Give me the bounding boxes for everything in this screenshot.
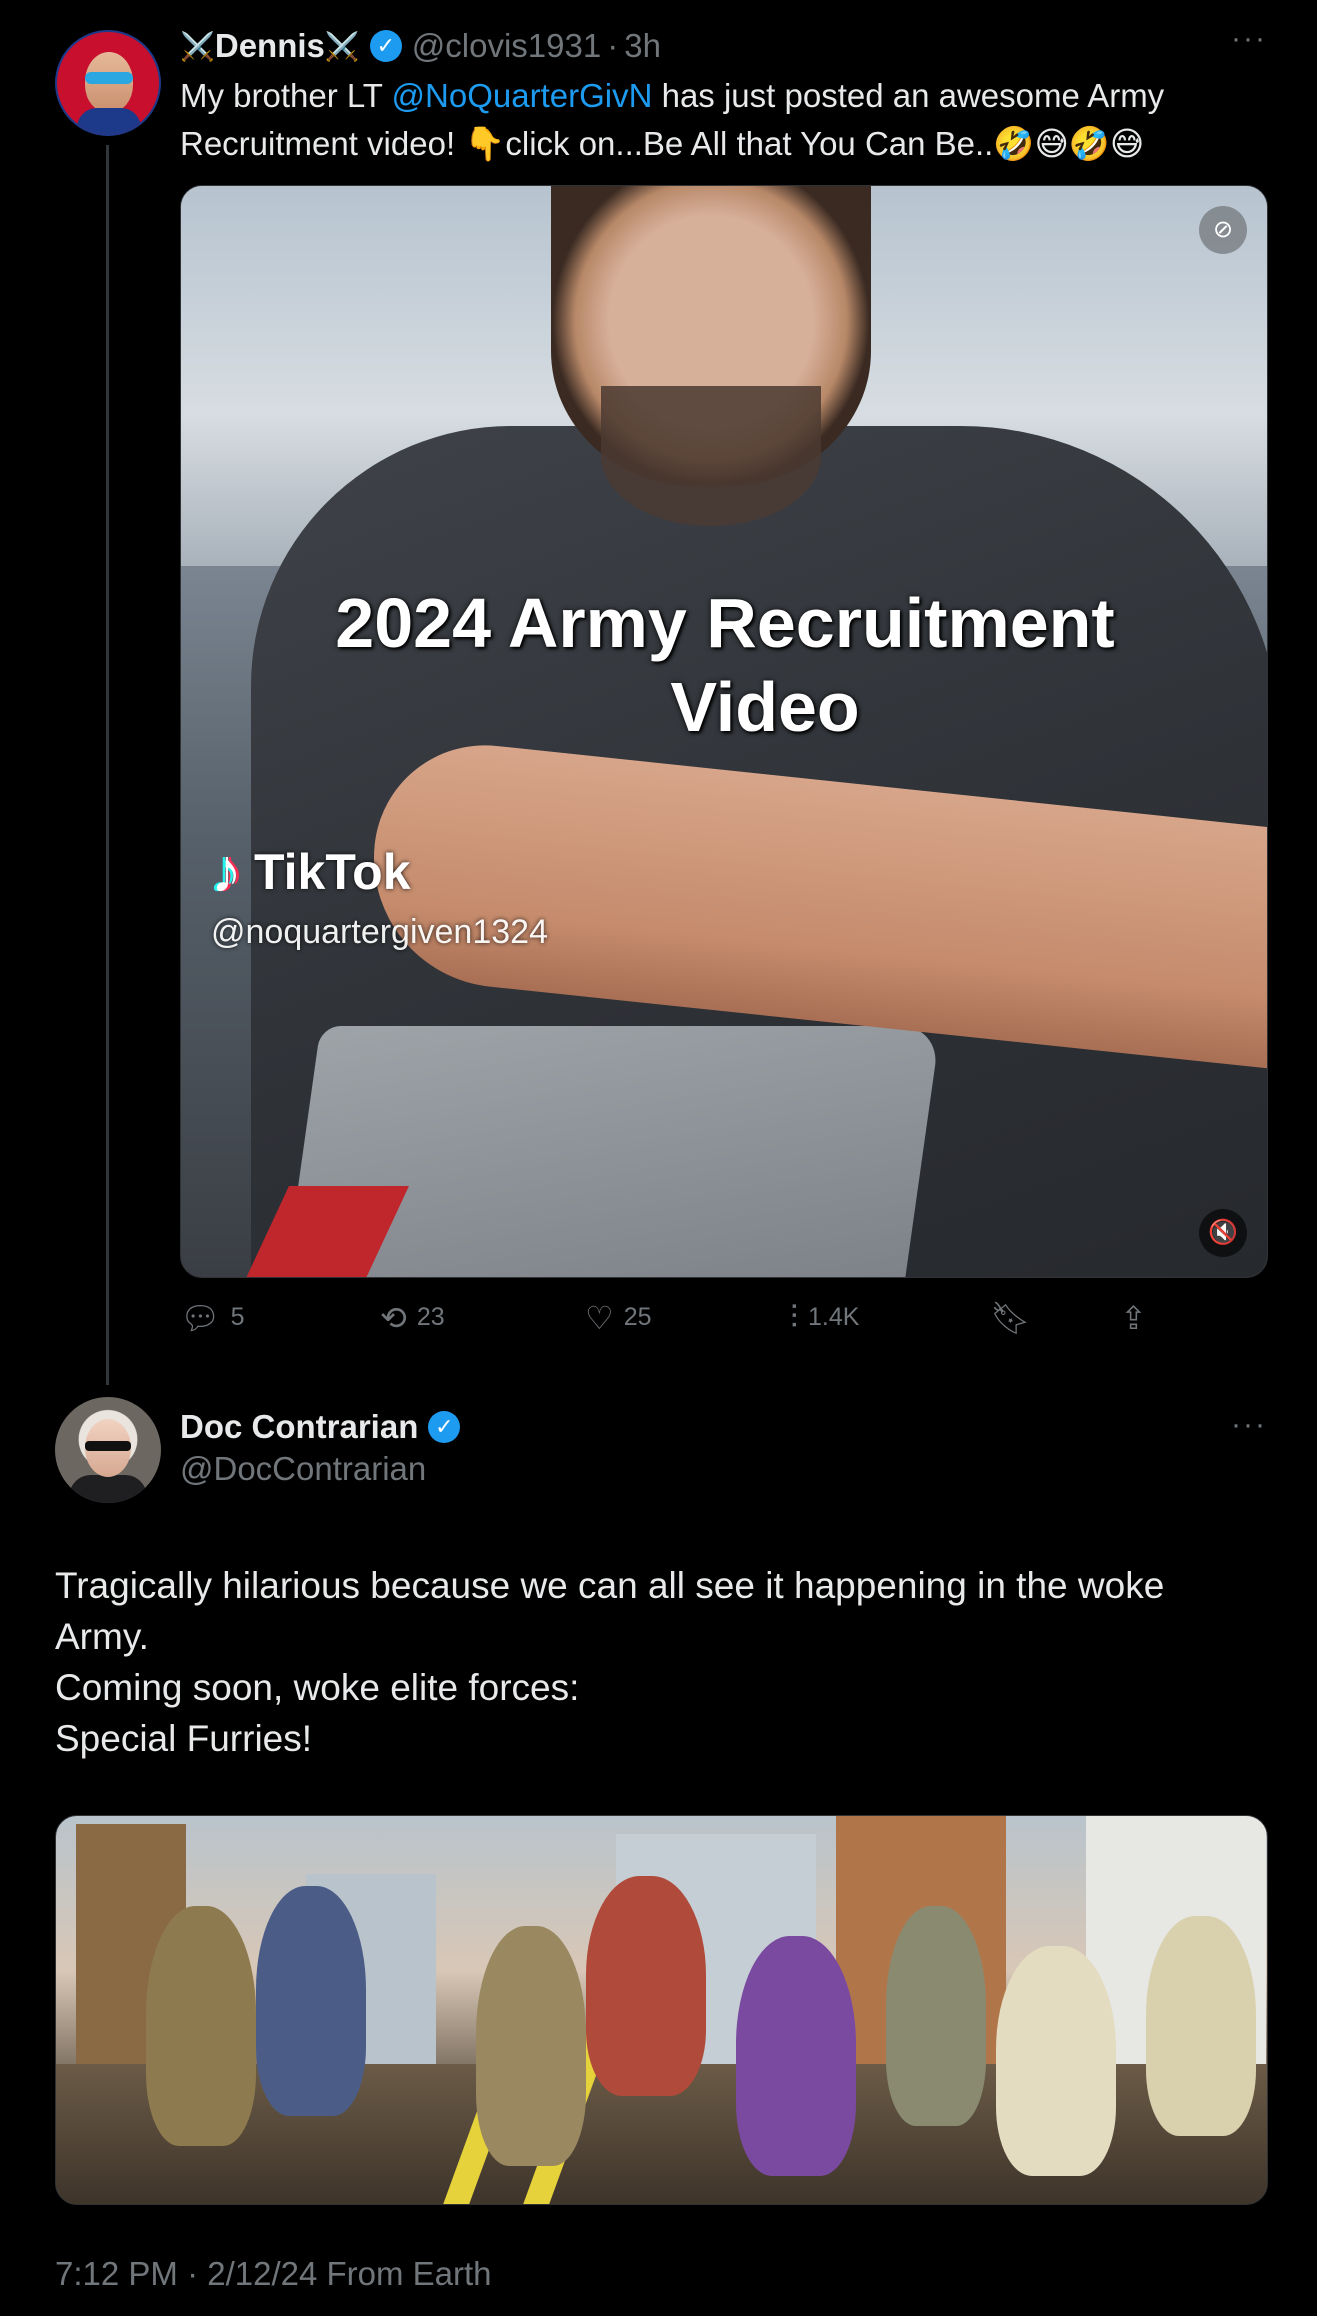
reply-icon: 💬︎ [180,1299,221,1336]
figurine [1146,1916,1256,2136]
tweet-text-line: Coming soon, woke elite forces: [55,1667,580,1708]
figurine [736,1936,856,2176]
more-options-icon[interactable]: ··· [1231,22,1267,56]
tweet-text: My brother LT @NoQuarterGivN has just po… [180,72,1260,168]
avatar-shirt [77,108,141,134]
avatar-glasses [85,1441,131,1451]
share-button[interactable]: ⇪ [1120,1299,1147,1337]
like-button[interactable]: ♡ 25 [585,1299,652,1337]
avatar-suit [69,1475,147,1503]
video-title-line2: Video [670,668,860,746]
figurine [256,1886,366,2116]
tweet-header: Doc Contrarian ✓ [180,1405,470,1449]
attached-image[interactable] [55,1815,1268,2205]
bookmark-button[interactable]: 🔖︎ [990,1299,1031,1337]
mention-link[interactable]: @NoQuarterGivN [392,77,653,114]
video-overlay-title: 2024 Army Recruitment Video [181,581,1267,749]
display-name[interactable]: Dennis [215,27,325,65]
mute-icon[interactable]: 🔇 [1199,1209,1247,1257]
timestamp-relative[interactable]: 3h [624,27,661,65]
figurine [146,1906,256,2146]
view-count: 1.4K [808,1303,860,1331]
repost-icon: ⟲ [380,1299,407,1336]
tweet-text-line: Tragically hilarious because we can all … [55,1565,1173,1657]
tweet-header: ⚔️ Dennis ⚔️ ✓ @clovis1931 · 3h [180,22,661,70]
verified-badge-icon: ✓ [428,1411,461,1443]
reply-button[interactable]: 💬︎ 5 [180,1299,245,1337]
repost-button[interactable]: ⟲ 23 [380,1299,445,1337]
swords-emoji: ⚔️ [324,30,360,62]
tweet-text-line: Special Furries! [55,1718,313,1759]
heart-icon: ♡ [585,1299,614,1336]
share-icon: ⇪ [1120,1299,1147,1336]
figurine [886,1906,986,2126]
tweet-text-part: My brother LT [180,77,392,114]
views-chart-icon: ⫶ [790,1298,799,1335]
tiktok-brand: ♪ TikTok [211,836,548,907]
bookmark-icon: 🔖︎ [990,1299,1031,1336]
tiktok-handle: @noquartergiven1324 [211,913,548,951]
like-count: 25 [623,1303,652,1331]
tweet-timestamp[interactable]: 7:12 PM · 2/12/24 From Earth [55,2255,492,2293]
reply-count: 5 [230,1303,245,1331]
verified-badge-icon: ✓ [369,30,402,62]
swords-emoji: ⚔️ [180,30,215,62]
figurine [996,1946,1116,2176]
tiktok-brand-label: TikTok [254,843,411,900]
more-options-icon[interactable]: ··· [1231,1408,1267,1442]
avatar[interactable] [55,1397,161,1503]
user-handle[interactable]: @clovis1931 [412,27,601,65]
tiktok-logo-icon: ♪ [211,837,242,906]
video-frame-beard [601,386,821,526]
figurine [586,1876,706,2096]
avatar[interactable] [55,30,161,136]
views-button[interactable]: ⫶ 1.4K [790,1299,859,1337]
tweet-actions-bar: 💬︎ 5 ⟲ 23 ♡ 25 ⫶ 1.4K 🔖︎ ⇪ [180,1290,1180,1345]
video-player[interactable]: 2024 Army Recruitment Video ♪ TikTok @no… [180,185,1268,1278]
thread-view: ⚔️ Dennis ⚔️ ✓ @clovis1931 · 3h ··· My b… [0,0,1317,2316]
avatar-glasses [85,72,133,84]
user-handle[interactable]: @DocContrarian [180,1450,426,1488]
figurine [476,1926,586,2166]
tiktok-watermark: ♪ TikTok @noquartergiven1324 [211,836,548,952]
repost-count: 23 [416,1303,445,1331]
video-title-line1: 2024 Army Recruitment [335,584,1115,662]
thread-connector-line [106,145,109,1385]
separator: · [607,27,619,64]
tweet-text: Tragically hilarious because we can all … [55,1560,1255,1764]
display-name[interactable]: Doc Contrarian [180,1408,418,1446]
caption-off-icon[interactable]: ⊘ [1199,206,1247,254]
